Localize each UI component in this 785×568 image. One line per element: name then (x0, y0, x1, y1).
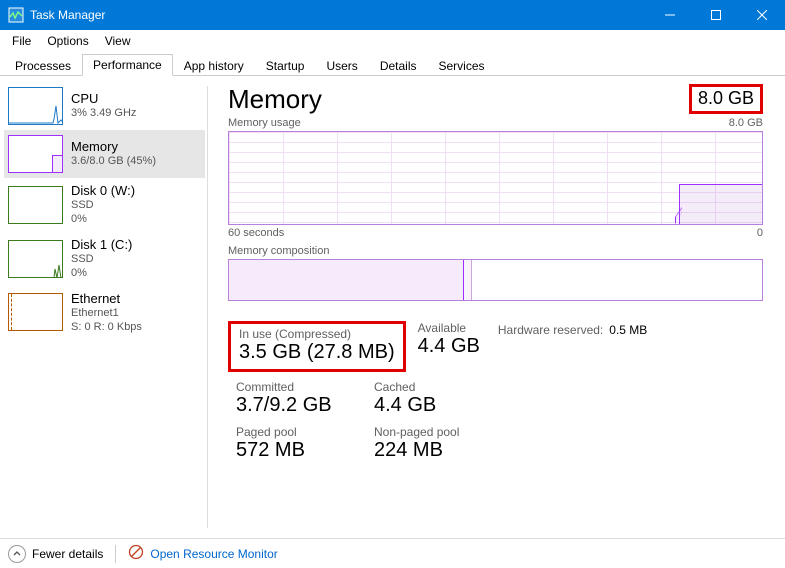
axis-right-label: 0 (757, 227, 763, 239)
usage-chart-scale: 8.0 GB (729, 117, 763, 129)
composition-chart-label: Memory composition (228, 245, 329, 257)
page-title: Memory (228, 84, 322, 115)
nonpaged-pool-value: 224 MB (374, 439, 459, 462)
total-memory-value: 8.0 GB (689, 84, 763, 114)
cached-label: Cached (374, 380, 436, 394)
sidebar-item-sub: SSD (71, 199, 135, 213)
available-label: Available (418, 321, 480, 335)
in-use-label: In use (Compressed) (239, 327, 395, 341)
menu-file[interactable]: File (4, 32, 39, 50)
window-title: Task Manager (30, 8, 105, 22)
resource-monitor-icon (128, 544, 144, 563)
tab-performance[interactable]: Performance (82, 54, 173, 76)
sidebar-item-sub: 3% 3.49 GHz (71, 107, 136, 121)
axis-left-label: 60 seconds (228, 227, 284, 239)
menu-bar: File Options View (0, 30, 785, 52)
tab-details[interactable]: Details (369, 55, 428, 76)
minimize-button[interactable] (647, 0, 693, 30)
sidebar-item-sub2: 0% (71, 267, 132, 281)
sidebar-item-disk0[interactable]: Disk 0 (W:) SSD 0% (4, 178, 205, 232)
menu-view[interactable]: View (97, 32, 139, 50)
paged-pool-label: Paged pool (236, 425, 356, 439)
sidebar-item-sub: 3.6/8.0 GB (45%) (71, 155, 156, 169)
fewer-details-label: Fewer details (32, 547, 103, 561)
tab-app-history[interactable]: App history (173, 55, 255, 76)
ethernet-thumbnail-chart (8, 293, 63, 331)
committed-value: 3.7/9.2 GB (236, 394, 356, 417)
sidebar-item-sub: Ethernet1 (71, 307, 142, 321)
main-panel: Memory 8.0 GB Memory usage 8.0 GB 60 sec… (210, 76, 785, 538)
memory-thumbnail-chart (8, 135, 63, 173)
in-use-stat: In use (Compressed) 3.5 GB (27.8 MB) (228, 321, 406, 372)
committed-label: Committed (236, 380, 356, 394)
tab-users[interactable]: Users (315, 55, 368, 76)
sidebar-item-label: Memory (71, 139, 156, 155)
sidebar-item-sub: SSD (71, 253, 132, 267)
content-area: CPU 3% 3.49 GHz Memory 3.6/8.0 GB (45%) … (0, 76, 785, 538)
sidebar-item-memory[interactable]: Memory 3.6/8.0 GB (45%) (4, 130, 205, 178)
sidebar-item-label: Disk 1 (C:) (71, 237, 132, 253)
nonpaged-pool-label: Non-paged pool (374, 425, 459, 439)
sidebar-item-cpu[interactable]: CPU 3% 3.49 GHz (4, 82, 205, 130)
app-icon (8, 7, 24, 23)
open-resource-monitor-link[interactable]: Open Resource Monitor (128, 544, 277, 563)
sidebar-item-label: Disk 0 (W:) (71, 183, 135, 199)
close-button[interactable] (739, 0, 785, 30)
tab-processes[interactable]: Processes (4, 55, 82, 76)
open-resource-monitor-label: Open Resource Monitor (150, 547, 277, 561)
usage-chart-label: Memory usage (228, 117, 301, 129)
sidebar-divider (207, 86, 208, 528)
in-use-value: 3.5 GB (27.8 MB) (239, 341, 395, 364)
hw-reserved-value: 0.5 MB (609, 323, 647, 337)
fewer-details-button[interactable]: Fewer details (8, 545, 103, 563)
sidebar-item-disk1[interactable]: Disk 1 (C:) SSD 0% (4, 232, 205, 286)
disk-thumbnail-chart (8, 240, 63, 278)
memory-stats: In use (Compressed) 3.5 GB (27.8 MB) Ava… (228, 321, 763, 462)
cached-value: 4.4 GB (374, 394, 436, 417)
window-titlebar: Task Manager (0, 0, 785, 30)
memory-composition-chart (228, 259, 763, 301)
memory-usage-chart (228, 131, 763, 225)
perf-sidebar: CPU 3% 3.49 GHz Memory 3.6/8.0 GB (45%) … (0, 76, 205, 538)
chevron-up-icon (8, 545, 26, 563)
cpu-thumbnail-chart (8, 87, 63, 125)
tab-startup[interactable]: Startup (255, 55, 316, 76)
maximize-button[interactable] (693, 0, 739, 30)
sidebar-item-label: Ethernet (71, 291, 142, 307)
tab-services[interactable]: Services (428, 55, 496, 76)
sidebar-item-label: CPU (71, 91, 136, 107)
disk-thumbnail-chart (8, 186, 63, 224)
sidebar-item-ethernet[interactable]: Ethernet Ethernet1 S: 0 R: 0 Kbps (4, 286, 205, 340)
sidebar-item-sub2: S: 0 R: 0 Kbps (71, 321, 142, 335)
window-controls (647, 0, 785, 30)
paged-pool-value: 572 MB (236, 439, 356, 462)
menu-options[interactable]: Options (39, 32, 96, 50)
footer-bar: Fewer details Open Resource Monitor (0, 538, 785, 568)
tab-strip: Processes Performance App history Startu… (0, 52, 785, 76)
footer-separator (115, 545, 116, 563)
available-value: 4.4 GB (418, 335, 480, 358)
sidebar-item-sub2: 0% (71, 213, 135, 227)
hw-reserved-label: Hardware reserved: (498, 323, 603, 337)
